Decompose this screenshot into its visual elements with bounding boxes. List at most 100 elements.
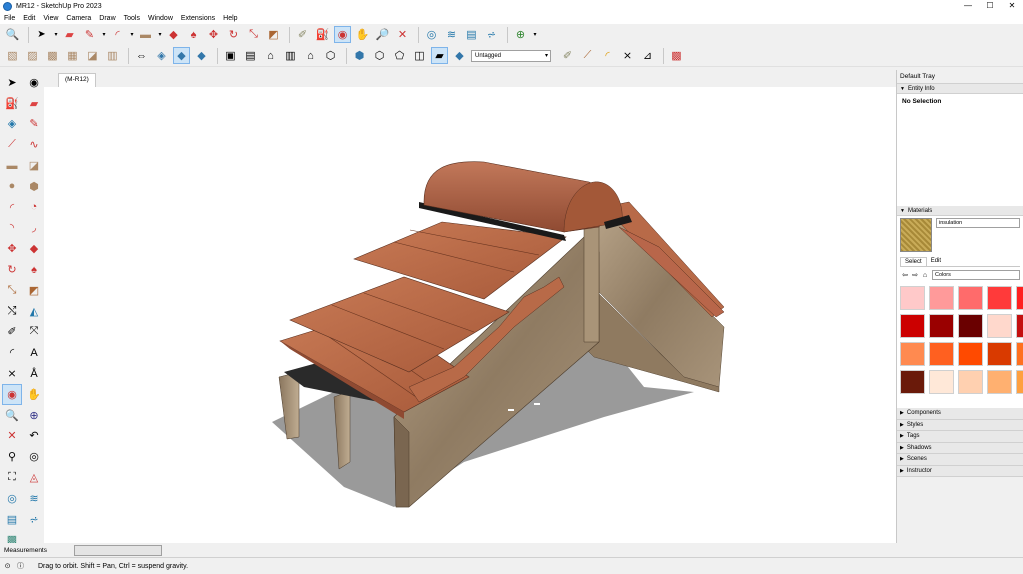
paint-icon[interactable]: ✐ [559, 47, 576, 64]
forward-arrow-icon[interactable]: ⇨ [910, 271, 920, 279]
panel-scenes[interactable]: ▶ Scenes [897, 454, 1023, 466]
shaded-texture-icon[interactable]: ▰ [431, 47, 448, 64]
tab-select[interactable]: Select [900, 257, 927, 266]
3pt-arc-icon[interactable]: ◝ [2, 218, 22, 239]
push-pull-icon[interactable]: ◆ [24, 238, 44, 259]
sandbox-from-contours-icon[interactable]: ◎ [2, 488, 22, 509]
stamp-icon[interactable]: ▤ [2, 509, 22, 530]
materials-header[interactable]: ▼ Materials [897, 206, 1023, 216]
drape-icon[interactable]: ⩫ [24, 509, 44, 530]
geo-location-status-icon[interactable]: ⊙ [2, 562, 13, 570]
circle-icon[interactable]: ● [2, 176, 22, 197]
eraser-icon[interactable]: ▰ [24, 93, 44, 114]
menu-file[interactable]: File [0, 15, 19, 22]
orbit-icon[interactable]: ◉ [24, 72, 44, 93]
zoom-window-icon[interactable]: ⊕ [24, 405, 44, 426]
close-button[interactable]: ✕ [1001, 0, 1023, 12]
position-camera-icon[interactable]: ⚲ [2, 446, 22, 467]
tab-edit[interactable]: Edit [927, 257, 945, 266]
iso-view-icon[interactable]: ◆ [193, 47, 210, 64]
material-swatch[interactable] [1016, 286, 1023, 310]
3d-text-icon[interactable]: Å [24, 363, 44, 384]
minimize-button[interactable]: — [957, 0, 979, 12]
scene-tab[interactable]: (M-R12) [58, 73, 96, 87]
menu-draw[interactable]: Draw [95, 15, 119, 22]
text-icon[interactable]: A [24, 342, 44, 363]
back-edges-icon[interactable]: ⬢ [351, 47, 368, 64]
outer-shell-icon[interactable]: ◭ [24, 301, 44, 322]
walk-icon[interactable]: ⛶ [2, 467, 22, 488]
move-icon[interactable]: ✥ [205, 26, 222, 43]
menu-extensions[interactable]: Extensions [177, 15, 219, 22]
axes-icon[interactable]: ◈ [153, 47, 170, 64]
section-plane-icon[interactable]: ◪ [84, 47, 101, 64]
material-swatch[interactable] [987, 342, 1012, 366]
pencil-line-icon[interactable]: ✎ [81, 26, 98, 43]
wireframe-icon[interactable]: ⬡ [371, 47, 388, 64]
search-icon[interactable]: 🔍 [4, 26, 21, 43]
dimension-icon[interactable]: ▥ [104, 47, 121, 64]
menu-edit[interactable]: Edit [19, 15, 39, 22]
sandbox-from-scratch-icon[interactable]: ≋ [24, 488, 44, 509]
paint-bucket-icon[interactable]: ⛽ [2, 93, 22, 114]
material-swatch[interactable] [1016, 370, 1023, 394]
chevron-down-icon[interactable]: ▾ [157, 26, 163, 43]
orbit-active-icon[interactable]: ◉ [2, 383, 22, 405]
back-arrow-icon[interactable]: ⇦ [900, 271, 910, 279]
orbit-icon[interactable]: ◉ [334, 26, 351, 43]
panel-components[interactable]: ▶ Components [897, 408, 1023, 420]
material-swatch[interactable] [958, 370, 983, 394]
material-swatch[interactable] [987, 286, 1012, 310]
sandbox-smoove-icon[interactable]: ≋ [443, 26, 460, 43]
geo-location-icon[interactable]: ⊕ [512, 26, 529, 43]
material-swatch[interactable] [1016, 342, 1023, 366]
group-icon[interactable]: ▨ [24, 47, 41, 64]
pan-icon[interactable]: ✋ [24, 384, 44, 405]
zoom-icon[interactable]: 🔎 [374, 26, 391, 43]
material-swatch[interactable] [929, 342, 954, 366]
monochrome-icon[interactable]: ◆ [451, 47, 468, 64]
top-view-icon[interactable]: ▣ [222, 47, 239, 64]
modeling-viewport[interactable] [44, 87, 896, 543]
maximize-button[interactable]: ☐ [979, 0, 1001, 12]
protractor-icon[interactable]: ◜ [599, 47, 616, 64]
previous-view-icon[interactable]: ↶ [24, 426, 44, 447]
rectangle-icon[interactable]: ▬ [2, 155, 22, 176]
info-icon[interactable]: ⓘ [15, 561, 26, 571]
rotated-rectangle-icon[interactable]: ◪ [24, 155, 44, 176]
front-view-icon[interactable]: ▤ [242, 47, 259, 64]
3d-text-icon[interactable]: ◆ [173, 47, 190, 64]
menu-view[interactable]: View [39, 15, 62, 22]
pie-icon[interactable]: ◔ [24, 197, 44, 218]
entity-info-header[interactable]: ▼ Entity Info [897, 84, 1023, 94]
sandbox-drape-icon[interactable]: ⩫ [483, 26, 500, 43]
tape-measure-icon[interactable]: ✐ [294, 26, 311, 43]
material-swatch[interactable] [987, 370, 1012, 394]
line-icon[interactable]: ⟋ [2, 134, 22, 155]
material-swatch[interactable] [929, 370, 954, 394]
2pt-arc-icon[interactable]: ◞ [24, 218, 44, 239]
sandbox-icon[interactable]: ◎ [423, 26, 440, 43]
component-icon[interactable]: ▧ [4, 47, 21, 64]
material-swatch[interactable] [900, 342, 925, 366]
scale-icon[interactable]: ⤡ [245, 26, 262, 43]
pan-icon[interactable]: ✋ [354, 26, 371, 43]
hidden-line-icon[interactable]: ⬠ [391, 47, 408, 64]
arc-icon[interactable]: ◜ [109, 26, 126, 43]
select-all-icon[interactable]: ⤭ [2, 301, 22, 322]
look-around-icon[interactable]: ◎ [24, 446, 44, 467]
freehand-icon[interactable]: ∿ [24, 134, 44, 155]
material-library-select[interactable]: Colors [932, 270, 1020, 280]
home-icon[interactable]: ⌂ [920, 272, 930, 279]
rotate-icon[interactable]: ↻ [2, 259, 22, 280]
paint-bucket-icon[interactable]: ⛽ [314, 26, 331, 43]
select-icon[interactable]: ➤ [2, 72, 22, 93]
axis-icon[interactable]: ⨯ [619, 47, 636, 64]
dimension-icon[interactable]: ⤧ [24, 322, 44, 343]
panel-tags[interactable]: ▶ Tags [897, 431, 1023, 443]
panel-styles[interactable]: ▶ Styles [897, 419, 1023, 431]
material-swatch[interactable] [958, 342, 983, 366]
left-view-icon[interactable]: ⌂ [302, 47, 319, 64]
eraser-icon[interactable]: ▰ [61, 26, 78, 43]
material-icon[interactable]: ▩ [44, 47, 61, 64]
